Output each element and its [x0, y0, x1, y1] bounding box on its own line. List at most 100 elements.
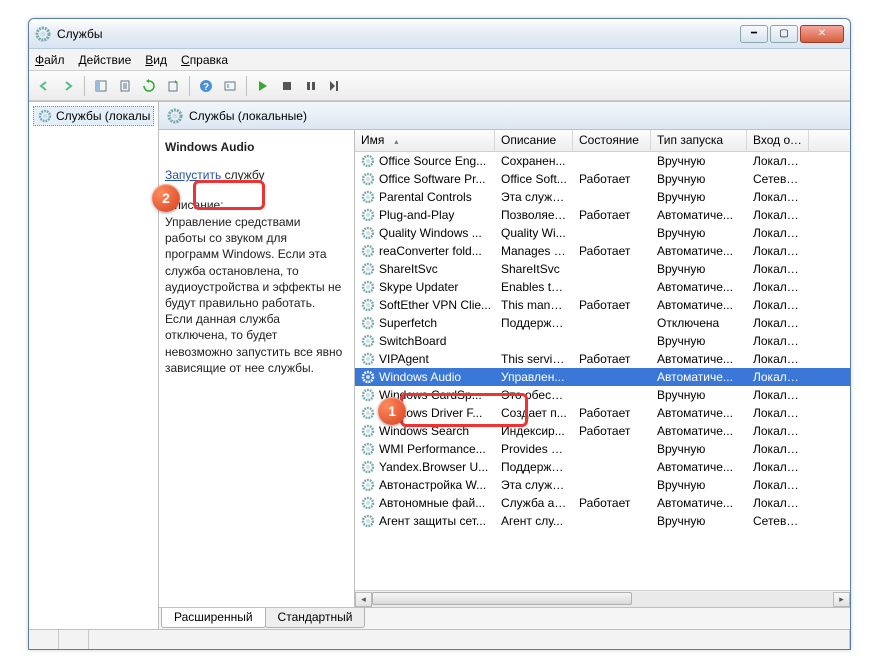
- service-desc: Manages r...: [495, 243, 573, 259]
- pause-service-button[interactable]: [300, 75, 322, 97]
- start-link[interactable]: Запустить: [165, 168, 221, 182]
- service-row[interactable]: SuperfetchПоддержи...ОтключенаЛокальна: [355, 314, 850, 332]
- service-name: Superfetch: [379, 316, 437, 330]
- service-desc: This mana...: [495, 297, 573, 313]
- service-startup: Автоматиче...: [651, 405, 747, 421]
- gear-icon: [361, 406, 375, 420]
- scroll-left-button[interactable]: ◂: [355, 592, 372, 607]
- service-name: WMI Performance...: [379, 442, 486, 456]
- service-name: Windows Audio: [379, 370, 461, 384]
- service-desc: Индексир...: [495, 423, 573, 439]
- service-status: [573, 286, 651, 288]
- scroll-right-button[interactable]: ▸: [833, 592, 850, 607]
- close-button[interactable]: ✕: [800, 25, 844, 43]
- scroll-thumb[interactable]: [372, 592, 632, 605]
- col-name[interactable]: Имя ▴: [355, 130, 495, 151]
- col-status[interactable]: Состояние: [573, 130, 651, 151]
- col-startup[interactable]: Тип запуска: [651, 130, 747, 151]
- service-row[interactable]: Автономные фай...Служба ав...РаботаетАвт…: [355, 494, 850, 512]
- horizontal-scrollbar[interactable]: ◂ ▸: [355, 590, 850, 607]
- maximize-button[interactable]: ▢: [770, 25, 798, 43]
- back-button[interactable]: [33, 75, 55, 97]
- forward-button[interactable]: [57, 75, 79, 97]
- service-row[interactable]: ShareItSvcShareItSvcВручнуюЛокальна: [355, 260, 850, 278]
- properties-button[interactable]: [114, 75, 136, 97]
- service-startup: Автоматиче...: [651, 207, 747, 223]
- tab-standard[interactable]: Стандартный: [265, 608, 366, 628]
- gear-icon: [361, 460, 375, 474]
- menu-help[interactable]: Справка: [181, 53, 228, 67]
- gear-icon: [361, 298, 375, 312]
- service-row[interactable]: Office Software Pr...Office Soft...Работ…: [355, 170, 850, 188]
- toolbar-extra-button[interactable]: [219, 75, 241, 97]
- gear-icon: [361, 496, 375, 510]
- service-desc: Enables th...: [495, 279, 573, 295]
- service-startup: Вручную: [651, 261, 747, 277]
- service-name: Office Software Pr...: [379, 172, 486, 186]
- titlebar[interactable]: Службы ━ ▢ ✕: [29, 19, 850, 49]
- col-logon[interactable]: Вход от и: [747, 130, 809, 151]
- service-desc: Сохранен...: [495, 153, 573, 169]
- service-status: [573, 448, 651, 450]
- service-startup: Автоматиче...: [651, 459, 747, 475]
- service-row[interactable]: Агент защиты сет...Агент слу...ВручнуюСе…: [355, 512, 850, 530]
- menu-file[interactable]: Файл: [35, 53, 65, 67]
- menu-action[interactable]: Действие: [79, 53, 132, 67]
- gear-icon: [361, 280, 375, 294]
- service-logon: Сетевая с: [747, 171, 809, 187]
- service-row[interactable]: Windows AudioУправлен...Автоматиче...Лок…: [355, 368, 850, 386]
- service-row[interactable]: reaConverter fold...Manages r...Работает…: [355, 242, 850, 260]
- service-name: Plug-and-Play: [379, 208, 454, 222]
- service-name: Автонастройка W...: [379, 478, 486, 492]
- service-logon: Локальна: [747, 207, 809, 223]
- service-desc: This servic...: [495, 351, 573, 367]
- service-desc: Office Soft...: [495, 171, 573, 187]
- service-row[interactable]: WMI Performance...Provides p...ВручнуюЛо…: [355, 440, 850, 458]
- restart-service-button[interactable]: [324, 75, 346, 97]
- list-body[interactable]: Office Source Eng...Сохранен...ВручнуюЛо…: [355, 152, 850, 590]
- gear-icon: [361, 352, 375, 366]
- service-status: Работает: [573, 495, 651, 511]
- service-row[interactable]: Parental ControlsЭта служб...ВручнуюЛока…: [355, 188, 850, 206]
- service-logon: Локальна: [747, 441, 809, 457]
- description-label: Описание:: [165, 198, 344, 212]
- export-button[interactable]: [162, 75, 184, 97]
- service-row[interactable]: Windows CardSp...Это обесп...ВручнуюЛока…: [355, 386, 850, 404]
- stop-service-button[interactable]: [276, 75, 298, 97]
- tree-root-label: Службы (локалы: [56, 109, 150, 123]
- service-desc: Агент слу...: [495, 513, 573, 529]
- service-row[interactable]: Автонастройка W...Эта служб...ВручнуюЛок…: [355, 476, 850, 494]
- help-button[interactable]: ?: [195, 75, 217, 97]
- service-row[interactable]: SoftEther VPN Clie...This mana...Работае…: [355, 296, 850, 314]
- service-desc: Создает п...: [495, 405, 573, 421]
- tab-extended[interactable]: Расширенный: [161, 608, 266, 628]
- service-row[interactable]: Yandex.Browser U...Поддержи...Автоматиче…: [355, 458, 850, 476]
- tree-pane[interactable]: Службы (локалы: [29, 102, 159, 629]
- service-row[interactable]: SwitchBoardВручнуюЛокальна: [355, 332, 850, 350]
- refresh-button[interactable]: [138, 75, 160, 97]
- service-name: Quality Windows ...: [379, 226, 482, 240]
- menu-view[interactable]: Вид: [145, 53, 167, 67]
- col-description[interactable]: Описание: [495, 130, 573, 151]
- gear-icon: [167, 108, 183, 124]
- show-hide-tree-button[interactable]: [90, 75, 112, 97]
- service-row[interactable]: Skype UpdaterEnables th...Автоматиче...Л…: [355, 278, 850, 296]
- gear-icon: [361, 262, 375, 276]
- gear-icon: [38, 109, 52, 123]
- service-row[interactable]: Windows Driver F...Создает п...РаботаетА…: [355, 404, 850, 422]
- minimize-button[interactable]: ━: [740, 25, 768, 43]
- start-service-button[interactable]: [252, 75, 274, 97]
- service-status: Работает: [573, 351, 651, 367]
- service-row[interactable]: VIPAgentThis servic...РаботаетАвтоматиче…: [355, 350, 850, 368]
- service-row[interactable]: Windows SearchИндексир...РаботаетАвтомат…: [355, 422, 850, 440]
- content-title: Службы (локальные): [189, 109, 307, 123]
- service-row[interactable]: Office Source Eng...Сохранен...ВручнуюЛо…: [355, 152, 850, 170]
- service-logon: Локальна: [747, 153, 809, 169]
- service-status: Работает: [573, 297, 651, 313]
- service-status: Работает: [573, 243, 651, 259]
- service-desc: Служба ав...: [495, 495, 573, 511]
- tree-root-item[interactable]: Службы (локалы: [33, 106, 154, 126]
- gear-icon: [361, 424, 375, 438]
- service-row[interactable]: Plug-and-PlayПозволяет...РаботаетАвтомат…: [355, 206, 850, 224]
- service-row[interactable]: Quality Windows ...Quality Wi...ВручнуюЛ…: [355, 224, 850, 242]
